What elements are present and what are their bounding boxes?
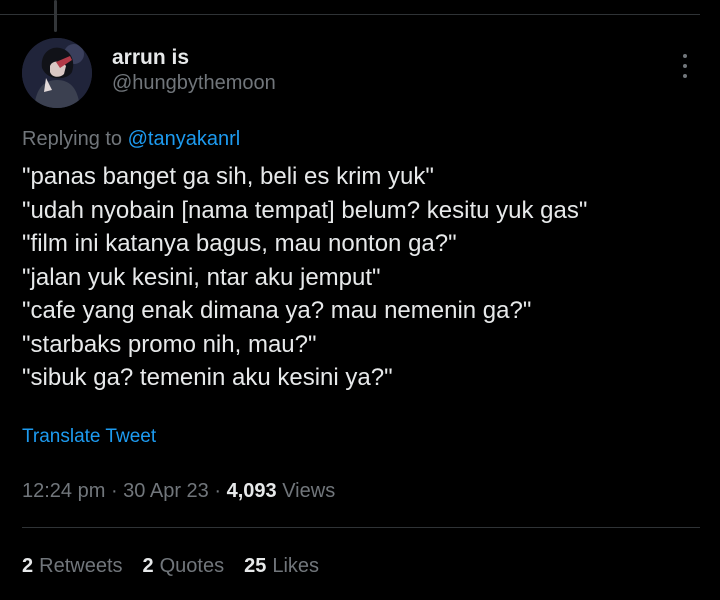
tweet-stats: 2 Retweets 2 Quotes 25 Likes	[22, 555, 319, 578]
top-divider	[0, 14, 700, 15]
quotes-label: Quotes	[159, 555, 225, 577]
likes-label: Likes	[272, 555, 320, 577]
tweet-line: "starbaks promo nih, mau?"	[22, 330, 317, 358]
thread-connector-line	[54, 0, 57, 32]
tweet-line: "jalan yuk kesini, ntar aku jemput"	[22, 263, 381, 291]
tweet-line: "cafe yang enak dimana ya? mau nemenin g…	[22, 297, 532, 324]
replying-to-label: Replying to	[22, 128, 128, 150]
tweet-line: "panas banget ga sih, beli es krim yuk"	[22, 163, 434, 190]
stats-divider	[22, 527, 700, 528]
tweet-time[interactable]: 12:24 pm	[22, 480, 105, 502]
display-name[interactable]: arrun is	[112, 46, 189, 70]
likes-stat[interactable]: 25 Likes	[244, 555, 319, 578]
avatar-illustration	[22, 38, 92, 108]
retweets-label: Retweets	[39, 555, 123, 577]
meta-separator: ·	[208, 480, 227, 502]
replying-to: Replying to @tanyakanrl	[22, 128, 240, 151]
tweet-meta: 12:24 pm · 30 Apr 23 · 4,093 Views	[22, 480, 335, 503]
quotes-stat[interactable]: 2 Quotes	[143, 555, 225, 578]
tweet-date[interactable]: 30 Apr 23	[123, 480, 209, 502]
views-label: Views	[282, 480, 336, 502]
tweet-line: "film ini katanya bagus, mau nonton ga?"	[22, 230, 457, 257]
translate-tweet-link[interactable]: Translate Tweet	[22, 426, 156, 448]
tweet-line: "sibuk ga? temenin aku kesini ya?"	[22, 364, 393, 391]
avatar[interactable]	[22, 38, 92, 108]
dot	[683, 74, 687, 78]
quotes-count: 2	[142, 555, 154, 577]
replying-to-mention[interactable]: @tanyakanrl	[128, 128, 241, 150]
meta-separator: ·	[105, 480, 124, 502]
tweet-text: "panas banget ga sih, beli es krim yuk" …	[22, 160, 702, 395]
dot	[683, 54, 687, 58]
tweet-line: "udah nyobain [nama tempat] belum? kesit…	[22, 196, 588, 224]
user-handle[interactable]: @hungbythemoon	[112, 72, 276, 95]
more-options-icon[interactable]	[674, 52, 696, 80]
retweets-stat[interactable]: 2 Retweets	[22, 555, 123, 578]
likes-count: 25	[244, 555, 267, 577]
views-count: 4,093	[226, 480, 277, 502]
dot	[683, 64, 687, 68]
retweets-count: 2	[22, 555, 34, 577]
